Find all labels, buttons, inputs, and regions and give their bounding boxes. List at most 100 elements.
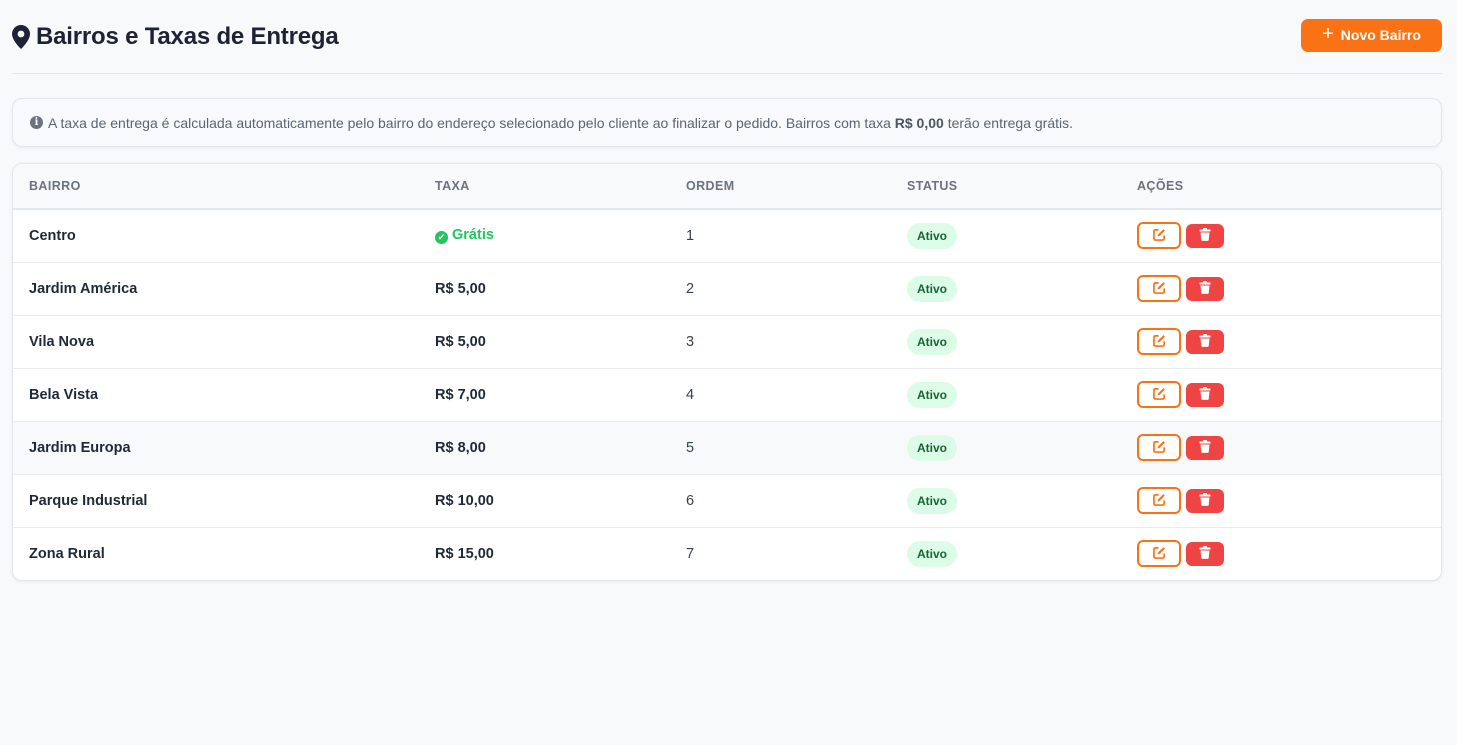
delete-button[interactable] (1186, 488, 1224, 513)
row-actions (1137, 328, 1441, 355)
neighborhoods-table: BAIRRO TAXA ORDEM STATUS AÇÕES Centro ✔ Gr… (13, 164, 1441, 580)
delete-button[interactable] (1186, 223, 1224, 248)
column-header-status: STATUS (907, 179, 958, 193)
edit-button[interactable] (1137, 381, 1181, 408)
fee-cell: R$ 10,00 (419, 474, 670, 527)
table-row: Bela Vista R$ 7,00 4 Ativo (13, 368, 1441, 421)
order-value: 2 (686, 280, 695, 297)
neighborhood-name: Centro (29, 227, 76, 244)
row-actions (1137, 487, 1441, 514)
order-value: 3 (686, 333, 695, 350)
map-pin-icon (12, 24, 30, 49)
status-badge: Ativo (907, 487, 957, 514)
row-actions (1137, 275, 1441, 302)
trash-icon (1199, 227, 1211, 244)
status-badge: Ativo (907, 222, 957, 249)
actions-cell (1121, 527, 1441, 580)
trash-icon (1199, 333, 1211, 350)
edit-icon (1152, 440, 1166, 456)
edit-icon (1152, 228, 1166, 244)
delete-button[interactable] (1186, 329, 1224, 354)
actions-cell (1121, 209, 1441, 262)
actions-cell (1121, 368, 1441, 421)
edit-button[interactable] (1137, 434, 1181, 461)
edit-icon (1152, 334, 1166, 350)
table-row: Vila Nova R$ 5,00 3 Ativo (13, 315, 1441, 368)
neighborhood-name: Jardim Europa (29, 439, 131, 456)
title-group: Bairros e Taxas de Entrega (12, 23, 339, 51)
status-cell: Ativo (891, 209, 1121, 262)
table-header-row: BAIRRO TAXA ORDEM STATUS AÇÕES (13, 164, 1441, 209)
column-header-bairro: BAIRRO (29, 179, 81, 193)
fee-cell: R$ 5,00 (419, 315, 670, 368)
fee-value: R$ 8,00 (435, 439, 486, 456)
status-badge: Ativo (907, 434, 957, 461)
neighborhood-name: Bela Vista (29, 386, 99, 403)
column-header-ordem: ORDEM (686, 179, 735, 193)
status-cell: Ativo (891, 315, 1121, 368)
fee-cell: ✔ Grátis (419, 209, 670, 262)
info-icon: i (30, 116, 43, 129)
new-neighborhood-button[interactable]: + Novo Bairro (1301, 18, 1442, 52)
delete-button[interactable] (1186, 435, 1224, 460)
edit-icon (1152, 493, 1166, 509)
delete-button[interactable] (1186, 382, 1224, 407)
neighborhood-name: Vila Nova (29, 333, 95, 350)
info-text-after: terão entrega grátis. (947, 114, 1073, 131)
page-title: Bairros e Taxas de Entrega (36, 22, 339, 50)
table-body: Centro ✔ Grátis 1 Ativo Jardim América R$ 5,00… (13, 209, 1441, 580)
info-highlight: R$ 0,00 (894, 114, 944, 131)
trash-icon (1199, 439, 1211, 456)
status-cell: Ativo (891, 474, 1121, 527)
fee-value: R$ 7,00 (435, 386, 486, 403)
edit-icon (1152, 546, 1166, 562)
status-cell: Ativo (891, 421, 1121, 474)
new-neighborhood-label: Novo Bairro (1340, 27, 1421, 43)
trash-icon (1199, 280, 1211, 297)
plus-icon: + (1322, 23, 1334, 45)
table-row: Jardim Europa R$ 8,00 5 Ativo (13, 421, 1441, 474)
fee-cell: R$ 7,00 (419, 368, 670, 421)
page-header: Bairros e Taxas de Entrega + Novo Bairro (12, 0, 1442, 74)
status-cell: Ativo (891, 262, 1121, 315)
neighborhood-name: Zona Rural (29, 545, 105, 562)
neighborhood-name: Parque Industrial (29, 492, 148, 509)
order-value: 1 (686, 227, 695, 244)
page: Bairros e Taxas de Entrega + Novo Bairro… (0, 0, 1457, 745)
table-row: Jardim América R$ 5,00 2 Ativo (13, 262, 1441, 315)
status-badge: Ativo (907, 328, 957, 355)
neighborhoods-table-card: BAIRRO TAXA ORDEM STATUS AÇÕES Centro ✔ Gr… (12, 163, 1442, 581)
edit-button[interactable] (1137, 540, 1181, 568)
column-header-acoes: AÇÕES (1137, 179, 1184, 193)
trash-icon (1199, 492, 1211, 509)
actions-cell (1121, 421, 1441, 474)
edit-button[interactable] (1137, 487, 1181, 514)
actions-cell (1121, 262, 1441, 315)
delete-button[interactable] (1186, 276, 1224, 301)
info-text: A taxa de entrega é calculada automatica… (48, 115, 1073, 131)
actions-cell (1121, 315, 1441, 368)
neighborhood-name: Jardim América (29, 280, 138, 297)
delete-button[interactable] (1186, 541, 1224, 566)
row-actions (1137, 222, 1441, 250)
edit-button[interactable] (1137, 275, 1181, 302)
table-row: Zona Rural R$ 15,00 7 Ativo (13, 527, 1441, 580)
order-value: 5 (686, 439, 695, 456)
edit-button[interactable] (1137, 328, 1181, 355)
status-cell: Ativo (891, 368, 1121, 421)
trash-icon (1199, 545, 1211, 562)
status-badge: Ativo (907, 275, 957, 302)
status-cell: Ativo (891, 527, 1121, 580)
info-banner: i A taxa de entrega é calculada automati… (12, 98, 1442, 147)
status-badge: Ativo (907, 540, 957, 567)
fee-value: R$ 10,00 (435, 492, 494, 509)
fee-cell: R$ 15,00 (419, 527, 670, 580)
fee-value: R$ 5,00 (435, 333, 486, 350)
table-row: Centro ✔ Grátis 1 Ativo (13, 209, 1441, 262)
check-circle-icon: ✔ (435, 231, 448, 245)
fee-cell: R$ 5,00 (419, 262, 670, 315)
trash-icon (1199, 386, 1211, 403)
info-text-before: A taxa de entrega é calculada automatica… (48, 114, 891, 131)
status-badge: Ativo (907, 381, 957, 408)
edit-button[interactable] (1137, 222, 1181, 250)
